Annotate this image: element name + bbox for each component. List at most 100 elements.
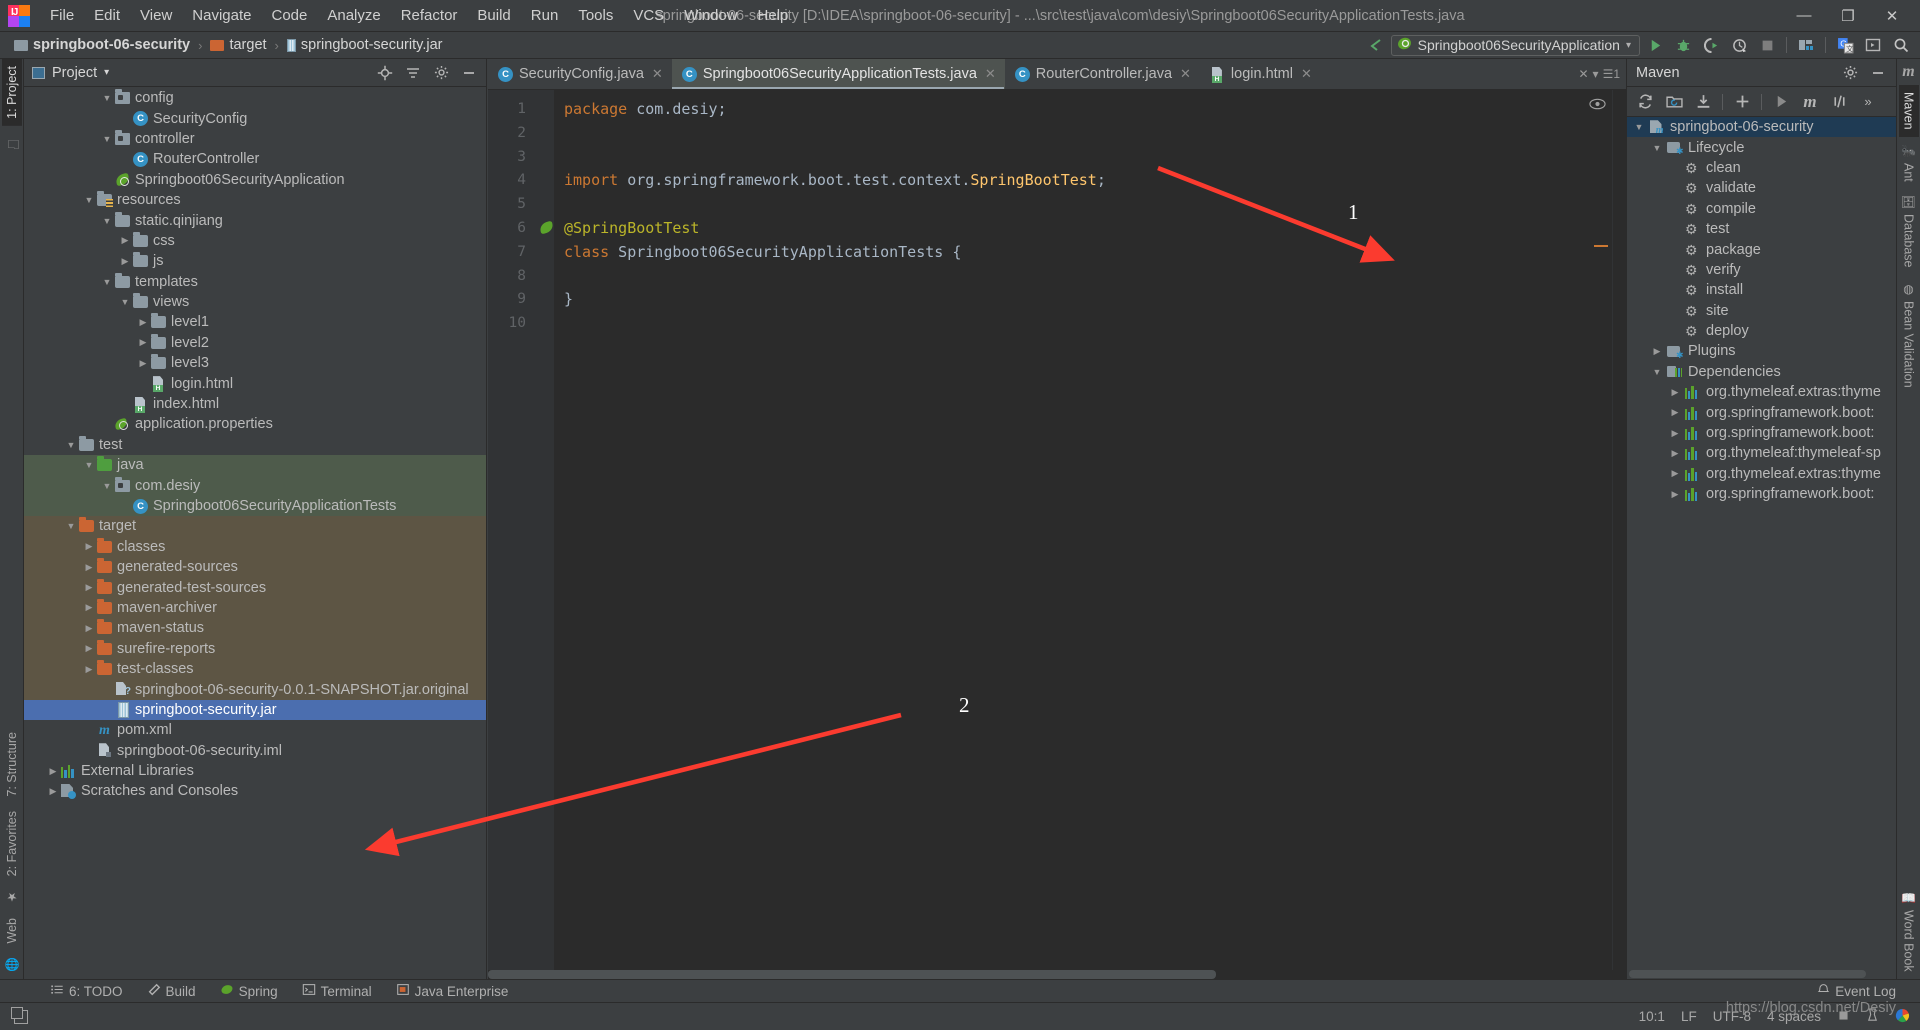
maven-tree-node[interactable]: ▶ org.springframework.boot: (1627, 423, 1896, 443)
editor-code[interactable]: package com.desiy; import org.springfram… (554, 90, 1626, 979)
bottom-tab-terminal[interactable]: Terminal (290, 981, 384, 1001)
tree-expand-arrow[interactable]: ▶ (46, 786, 60, 797)
tree-node[interactable]: springboot-06-security-0.0.1-SNAPSHOT.ja… (24, 679, 486, 700)
collapse-all-icon[interactable] (400, 62, 426, 84)
tree-expand-arrow[interactable]: ▶ (118, 235, 132, 246)
menu-item-vcs[interactable]: VCS (623, 3, 674, 28)
sidebar-item-structure[interactable]: 7: Structure (2, 725, 22, 804)
run-with-coverage-button[interactable] (1698, 34, 1724, 56)
run-icon[interactable] (1767, 90, 1795, 114)
maven-tree-node[interactable]: ⚙ validate (1627, 178, 1896, 198)
tree-node[interactable]: C Springboot06SecurityApplicationTests (24, 495, 486, 517)
tree-node[interactable]: login.html (24, 373, 486, 393)
translate-icon[interactable]: G文 (1832, 34, 1858, 56)
maven-tree-node[interactable]: ▶ Plugins (1627, 341, 1896, 361)
tree-expand-arrow[interactable]: ▼ (64, 521, 78, 531)
run-configuration-selector[interactable]: Springboot06SecurityApplication ▾ (1390, 34, 1640, 56)
maven-tree-node[interactable]: ▶ org.springframework.boot: (1627, 402, 1896, 422)
tree-node[interactable]: ▶ generated-sources (24, 556, 486, 578)
tree-node[interactable]: application.properties (24, 414, 486, 434)
stop-button[interactable] (1754, 34, 1780, 56)
tree-node[interactable]: ▶ js (24, 251, 486, 271)
tree-expand-arrow[interactable]: ▶ (82, 602, 96, 613)
tree-expand-arrow[interactable]: ▼ (100, 216, 114, 226)
color-wheel-icon[interactable] (1895, 1008, 1910, 1026)
tree-node[interactable]: ▶ classes (24, 536, 486, 557)
editor-tab-0[interactable]: C SecurityConfig.java ✕ (488, 59, 672, 89)
sidebar-item-web[interactable]: Web (2, 911, 22, 950)
layout-toggle-icon[interactable] (11, 1006, 28, 1024)
maven-tree-node[interactable]: ▶ org.thymeleaf.extras:thyme (1627, 464, 1896, 484)
close-icon[interactable]: ✕ (1578, 67, 1588, 81)
sidebar-item-ant[interactable]: 🐜 Ant (1898, 137, 1919, 189)
sidebar-item-favorites[interactable]: 2: Favorites (2, 804, 22, 883)
tree-node[interactable]: C SecurityConfig (24, 108, 486, 128)
chevron-down-icon[interactable]: ▾ (1626, 40, 1631, 51)
tree-node[interactable]: ▶ generated-test-sources (24, 577, 486, 598)
hide-panel-icon[interactable] (1864, 61, 1892, 85)
maven-tree-node[interactable]: ▶ org.thymeleaf.extras:thyme (1627, 382, 1896, 402)
tree-expand-arrow[interactable]: ▶ (118, 256, 132, 267)
menu-item-view[interactable]: View (130, 3, 182, 28)
bottom-tab-spring[interactable]: Spring (208, 981, 290, 1001)
close-icon[interactable]: ✕ (1180, 66, 1191, 82)
breadcrumb-item-2[interactable]: springboot-security.jar (283, 36, 447, 54)
tree-node[interactable]: ▼ config (24, 88, 486, 108)
spring-leaf-icon[interactable] (526, 221, 540, 235)
menu-item-file[interactable]: File (40, 3, 84, 28)
tree-node[interactable]: Springboot06SecurityApplication (24, 170, 486, 190)
generate-sources-icon[interactable] (1660, 90, 1688, 114)
tree-node[interactable]: ▼ test (24, 435, 486, 455)
tree-node[interactable]: ▶ level1 (24, 312, 486, 332)
sidebar-item-bean-validation[interactable]: ◍ Bean Validation (1899, 275, 1919, 395)
reader-mode-eye-icon[interactable] (1589, 98, 1606, 113)
tree-expand-arrow[interactable]: ▶ (1649, 346, 1665, 357)
menu-item-refactor[interactable]: Refactor (391, 3, 468, 28)
more-icon[interactable]: » (1854, 90, 1882, 114)
run-button[interactable] (1642, 34, 1668, 56)
tree-expand-arrow[interactable]: ▶ (1667, 407, 1683, 418)
tree-expand-arrow[interactable]: ▼ (1631, 122, 1647, 132)
tree-expand-arrow[interactable]: ▶ (82, 623, 96, 634)
editor-tab-1[interactable]: C Springboot06SecurityApplicationTests.ja… (671, 59, 1005, 89)
maven-m-icon[interactable]: m (1902, 59, 1914, 85)
maven-tree-node[interactable]: ▼ Lifecycle (1627, 137, 1896, 158)
close-icon[interactable]: ✕ (985, 66, 996, 82)
tree-expand-arrow[interactable]: ▼ (100, 134, 114, 144)
tree-expand-arrow[interactable]: ▼ (100, 93, 114, 103)
tree-expand-arrow[interactable]: ▼ (118, 297, 132, 307)
tree-expand-arrow[interactable]: ▶ (82, 582, 96, 593)
tree-node[interactable]: ▼ static.qinjiang (24, 210, 486, 230)
tree-node[interactable]: index.html (24, 394, 486, 414)
editor-horizontal-scrollbar[interactable] (488, 970, 1626, 979)
reimport-icon[interactable] (1631, 90, 1659, 114)
maven-tree-node[interactable]: ⚙ compile (1627, 199, 1896, 219)
breadcrumb-item-1[interactable]: target (206, 36, 270, 54)
tree-node[interactable]: ▼ views (24, 292, 486, 312)
maven-tree-node[interactable]: ⚙ package (1627, 239, 1896, 259)
maven-tree-node[interactable]: ⚙ deploy (1627, 321, 1896, 341)
bottom-tab-java-enterprise[interactable]: Java Enterprise (384, 981, 521, 1001)
toggle-offline-icon[interactable] (1825, 90, 1853, 114)
maven-tree-node[interactable]: ▼ springboot-06-security (1627, 117, 1896, 138)
tree-node[interactable]: ▶ level2 (24, 333, 486, 353)
tree-node[interactable]: C RouterController (24, 149, 486, 169)
add-icon[interactable] (1728, 90, 1756, 114)
tree-node[interactable]: ▼ templates (24, 272, 486, 292)
maven-tree[interactable]: ▼springboot-06-security▼Lifecycle⚙clean⚙… (1627, 117, 1896, 979)
tree-expand-arrow[interactable]: ▼ (100, 277, 114, 287)
download-sources-icon[interactable] (1689, 90, 1717, 114)
bottom-tab-6-todo[interactable]: 6: TODO (38, 981, 135, 1001)
hide-panel-icon[interactable] (456, 62, 482, 84)
tree-node[interactable]: springboot-security.jar (24, 699, 486, 721)
tree-node[interactable]: ▶ External Libraries (24, 761, 486, 781)
sidebar-item-word-book[interactable]: 📖 Word Book (1898, 884, 1919, 979)
tree-expand-arrow[interactable]: ▶ (1667, 489, 1683, 500)
tree-node[interactable]: ▶ css (24, 231, 486, 251)
editor-tab-3[interactable]: login.html ✕ (1200, 59, 1321, 89)
editor-tab-overflow[interactable]: ✕ ▾ ☰1 (1578, 59, 1626, 89)
tree-node[interactable]: ▼ resources (24, 190, 486, 210)
menu-item-edit[interactable]: Edit (84, 3, 130, 28)
debug-button[interactable] (1670, 34, 1696, 56)
tree-expand-arrow[interactable]: ▶ (1667, 428, 1683, 439)
